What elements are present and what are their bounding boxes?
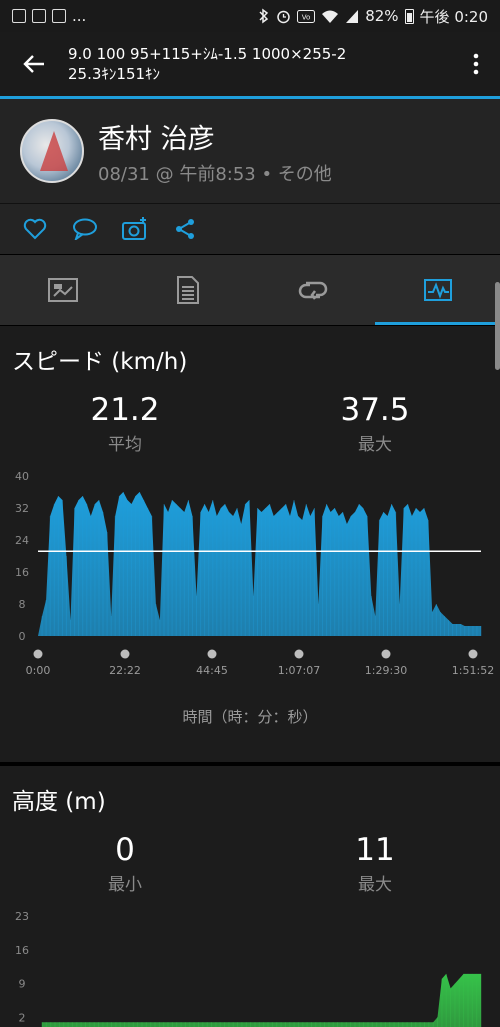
tab-details[interactable] [125,255,250,325]
y-tick-label: 2 [19,1011,26,1024]
activity-meta: 08/31 @ 午前8:53 • その他 [98,163,332,185]
tab-summary[interactable] [0,255,125,325]
alarm-icon [277,10,290,23]
share-button[interactable] [172,216,198,242]
app-bar: 9.0 100 95+115+ｼﾑ-1.5 1000×255-2 25.3ｷﾝ1… [0,32,500,96]
x-tick-dot [468,649,478,659]
overflow-menu-button[interactable] [452,32,500,96]
speed-title: スピード (km/h) [12,349,188,375]
y-tick-label: 23 [15,910,29,923]
more-vert-icon [473,53,479,75]
volte-icon: Vo [297,9,316,23]
y-tick-label: 9 [19,978,26,991]
elevation-max: 11 最大 [295,832,455,895]
back-arrow-icon [23,55,44,73]
heart-icon [23,218,47,240]
elevation-min-value: 0 [115,832,135,868]
x-tick-label: 1:07:07 [278,664,320,677]
elevation-max-label: 最大 [358,875,392,895]
system-icons: Vo 82% 午後 0:20 [258,6,488,27]
elevation-chart[interactable]: 2 9 16 23 [0,906,500,1027]
back-button[interactable] [0,32,68,96]
speed-section: スピード (km/h) 21.2 平均 37.5 最大 0 8 16 24 32 40 0:… [0,326,500,762]
wifi-icon [322,10,339,23]
activity-profile: 香村 治彦 08/31 @ 午前8:53 • その他 [0,99,500,203]
elevation-max-value: 11 [355,832,395,868]
summary-icon [47,278,78,302]
y-tick-label: 8 [19,598,26,611]
action-bar [0,204,500,254]
series-area [42,973,481,1027]
mail-icon [32,9,46,23]
speed-x-axis-caption: 時間（時：分：秒） [182,708,318,726]
y-tick-label: 40 [15,470,29,483]
more-notifications: ... [72,7,87,25]
activity-title-line1: 9.0 100 95+115+ｼﾑ-1.5 1000×255-2 [68,45,347,63]
camera-plus-icon [122,217,146,240]
battery-percent: 82% [365,7,399,25]
like-button[interactable] [22,216,48,242]
x-tick-label: 44:45 [196,664,228,677]
elevation-min-label: 最小 [108,875,142,895]
scrollbar[interactable] [495,282,500,370]
y-tick-label: 24 [15,534,29,547]
status-bar: ... Vo 82% 午後 0:20 [0,0,500,32]
elevation-section: 高度 (m) 0 最小 11 最大 2 9 16 23 [0,766,500,1027]
y-tick-label: 32 [15,502,29,515]
series-area [38,492,481,636]
chart-icon [423,279,452,301]
tab-charts[interactable] [375,255,500,325]
x-tick-label: 0:00 [26,664,51,677]
speed-average-value: 21.2 [90,392,160,428]
activity-title-line2: 25.3ｷﾝ151ｷﾝ [68,65,161,83]
comment-icon [73,218,97,240]
elevation-min: 0 最小 [45,832,205,895]
x-tick-dot [120,649,130,659]
avatar[interactable] [20,119,84,183]
speed-max-value: 37.5 [340,392,410,428]
x-tick-dot [33,649,43,659]
x-tick-label: 22:22 [109,664,141,677]
x-tick-dot [381,649,391,659]
laps-icon [298,281,327,300]
activity-tabs [0,255,500,325]
bluetooth-icon [259,8,269,24]
svg-text:Vo: Vo [302,13,311,21]
gallery-icon [12,9,26,23]
y-tick-label: 0 [19,630,26,643]
x-tick-dot [294,649,304,659]
x-tick-label: 1:29:30 [365,664,407,677]
tab-laps[interactable] [250,255,375,325]
notification-icons: ... [12,7,86,25]
details-list-icon [176,276,199,304]
add-photo-button[interactable] [122,216,148,242]
y-tick-label: 16 [15,566,29,579]
speed-average: 21.2 平均 [45,392,205,455]
comment-button[interactable] [72,216,98,242]
battery-icon [404,8,414,24]
elevation-title: 高度 (m) [12,789,106,815]
y-tick-label: 16 [15,944,29,957]
share-icon [176,219,194,239]
speed-chart[interactable]: 0 8 16 24 32 40 0:00 22:22 44:45 1:07:07 1:29:30 1:… [0,466,500,686]
clock: 午後 0:20 [419,7,488,26]
athlete-name[interactable]: 香村 治彦 [98,117,332,156]
signal-icon [346,9,359,23]
activity-title: 9.0 100 95+115+ｼﾑ-1.5 1000×255-2 25.3ｷﾝ1… [68,44,452,84]
x-tick-dot [207,649,217,659]
speed-max-label: 最大 [358,435,392,455]
calendar-icon [52,9,66,23]
speed-max: 37.5 最大 [295,392,455,455]
x-tick-label: 1:51:52 [452,664,494,677]
speed-average-label: 平均 [108,435,142,455]
